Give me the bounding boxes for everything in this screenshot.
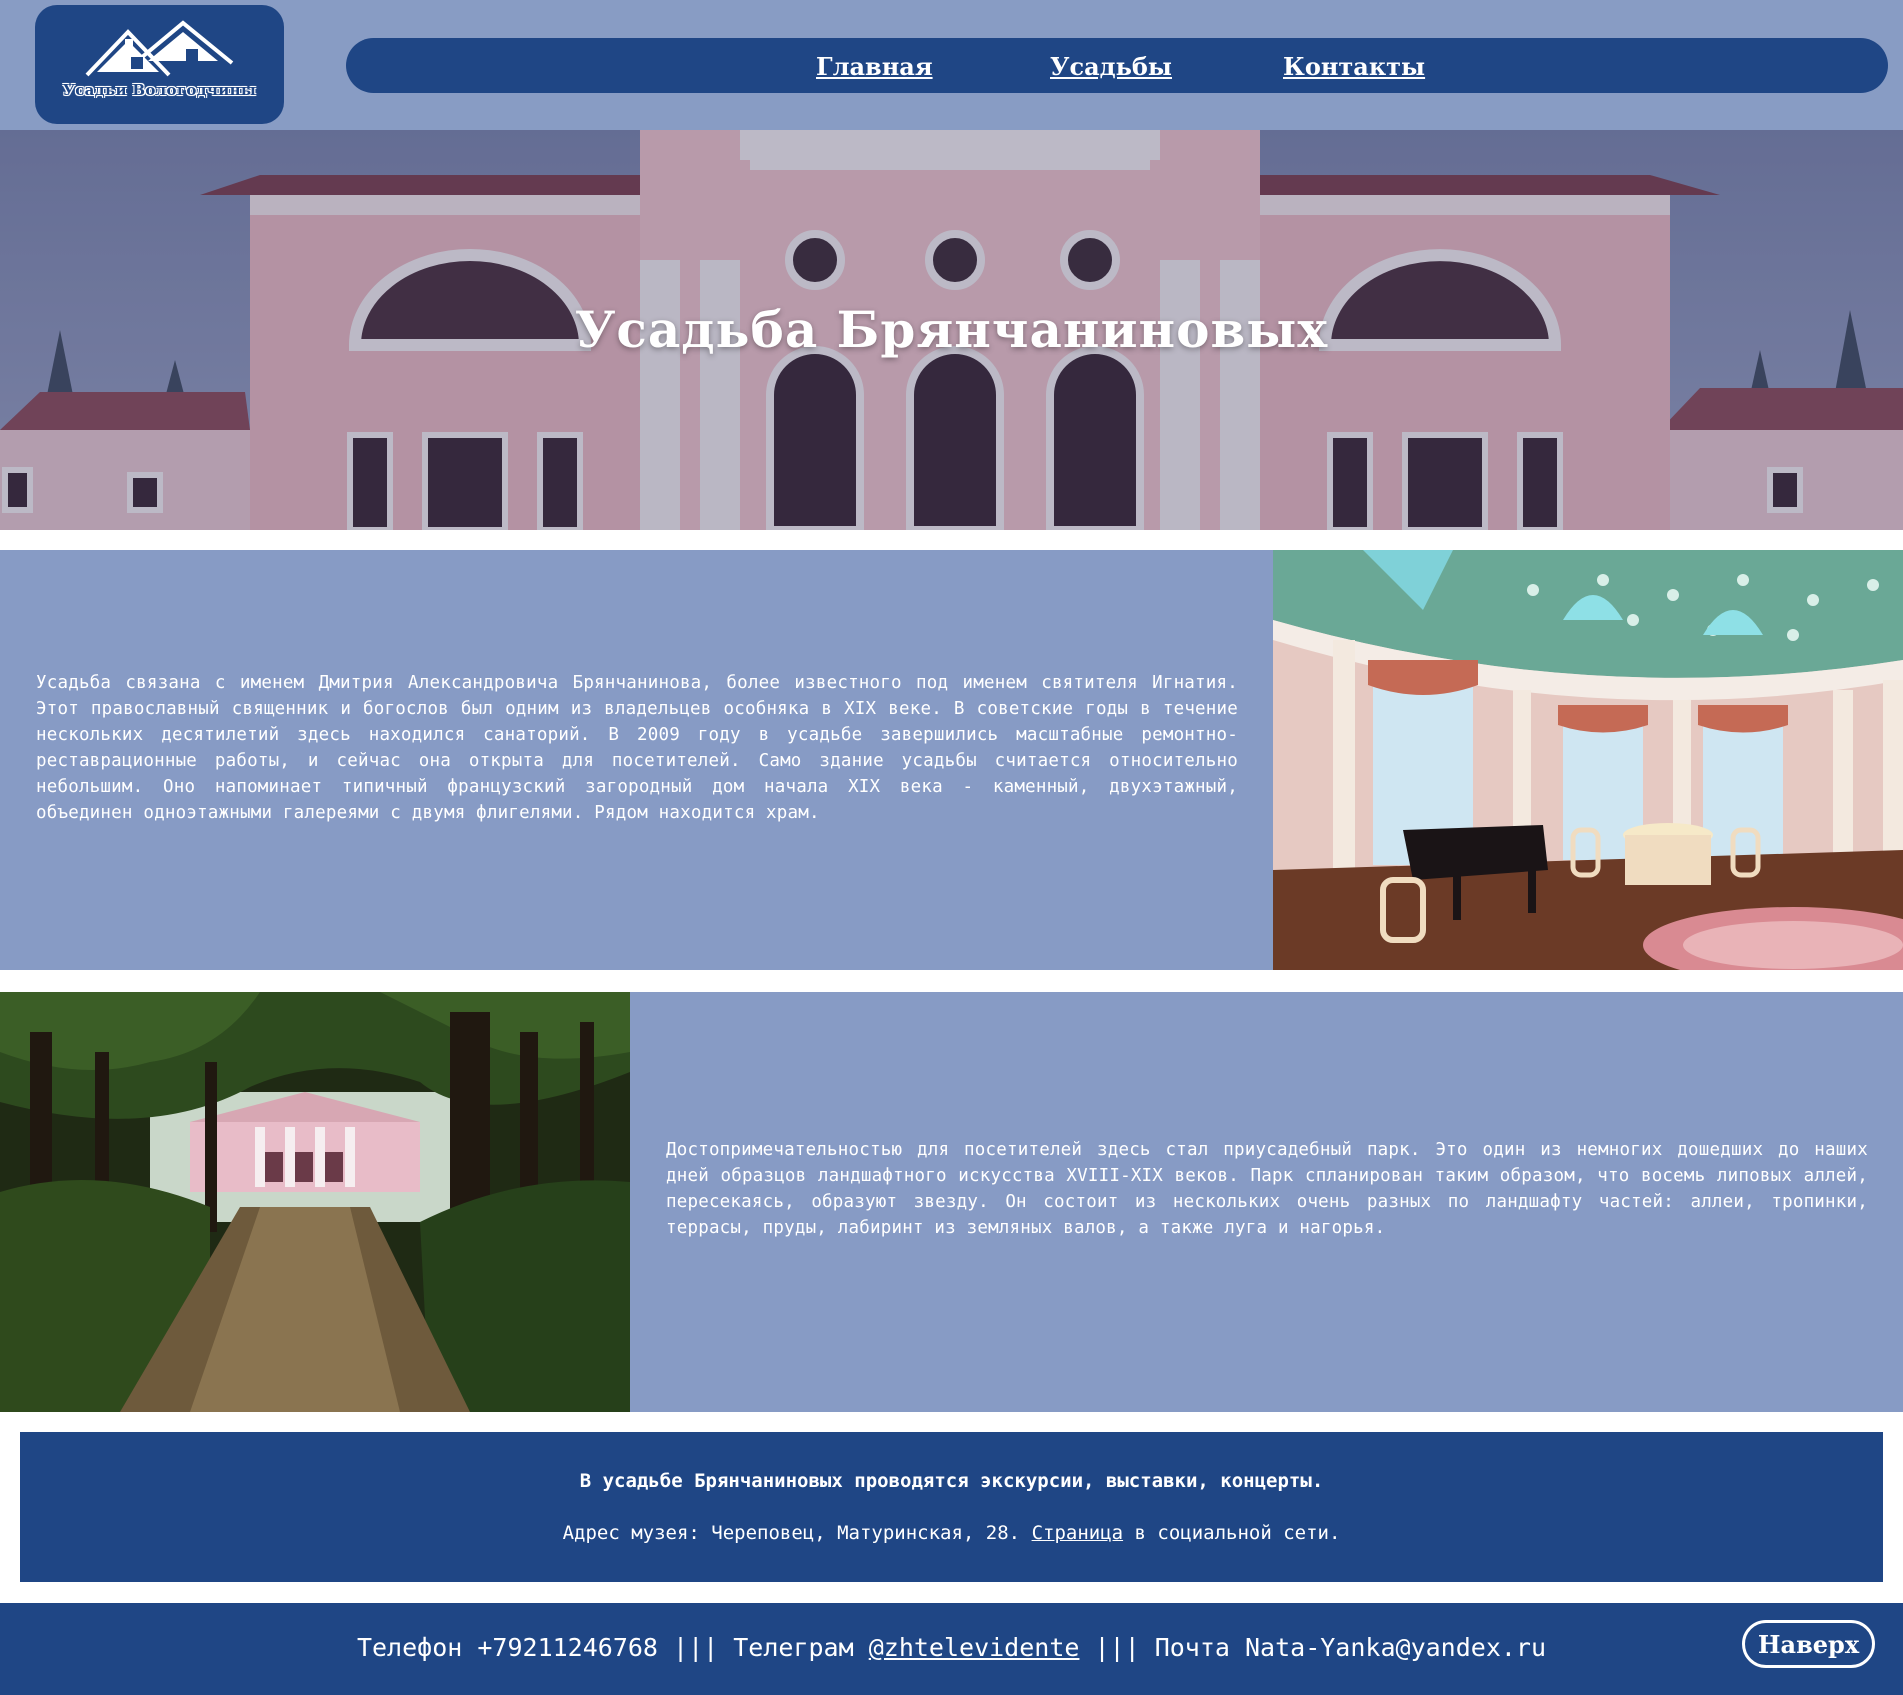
history-section: Усадьба связана с именем Дмитрия Алексан…: [0, 550, 1903, 970]
telegram-link[interactable]: @zhtelevidente: [869, 1633, 1080, 1662]
park-section: Достопримечательностью для посетителей з…: [0, 992, 1903, 1412]
social-suffix-text: в социальной сети.: [1123, 1522, 1341, 1544]
house-roof-icon: [85, 20, 234, 77]
nav-item-estates[interactable]: Усадьбы: [1050, 52, 1172, 81]
address-line: Адрес музея: Череповец, Матуринская, 28.…: [20, 1522, 1883, 1544]
park-alley-image: [0, 992, 630, 1412]
nav-item-contacts[interactable]: Контакты: [1283, 52, 1425, 81]
logo-text: Усадьи Вологодчины: [62, 81, 257, 99]
header: Усадьи Вологодчины Главная Усадьбы Конта…: [0, 0, 1903, 130]
email-text: ||| Почта Nata-Yanka@yandex.ru: [1079, 1633, 1547, 1662]
history-text: Усадьба связана с именем Дмитрия Алексан…: [36, 673, 1238, 823]
footer: Телефон +79211246768 ||| Телеграм @zhtel…: [0, 1603, 1903, 1695]
main-nav: Главная Усадьбы Контакты: [346, 38, 1888, 93]
contacts-line: Телефон +79211246768 ||| Телеграм @zhtel…: [0, 1633, 1903, 1662]
phone-text: Телефон +79211246768 |||: [356, 1633, 734, 1662]
address-text: Адрес музея: Череповец, Матуринская, 28.: [562, 1522, 1032, 1544]
page-title: Усадьба Брянчаниновых: [574, 300, 1329, 359]
info-banner: В усадьбе Брянчаниновых проводятся экску…: [20, 1432, 1883, 1582]
site-logo[interactable]: Усадьи Вологодчины: [35, 5, 284, 124]
nav-item-home[interactable]: Главная: [816, 52, 933, 81]
telegram-label: Телеграм: [733, 1633, 869, 1662]
interior-hall-image: [1273, 550, 1903, 970]
park-text: Достопримечательностью для посетителей з…: [666, 1140, 1868, 1238]
back-to-top-button[interactable]: Наверх: [1742, 1620, 1875, 1668]
events-text: В усадьбе Брянчаниновых проводятся экску…: [579, 1470, 1324, 1492]
social-page-link[interactable]: Страница: [1032, 1522, 1124, 1544]
hero-banner: Усадьба Брянчаниновых: [0, 130, 1903, 530]
